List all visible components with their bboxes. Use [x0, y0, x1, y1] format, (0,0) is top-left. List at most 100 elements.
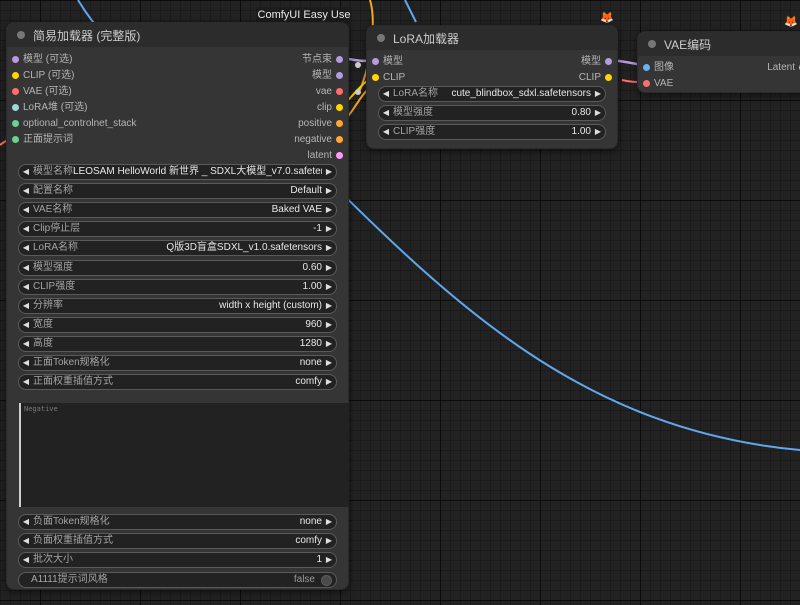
arrow-right-icon[interactable]: ▶ [322, 299, 336, 313]
arrow-left-icon[interactable]: ◀ [19, 222, 33, 236]
negative-prompt-textarea[interactable]: Negative [19, 403, 349, 507]
arrow-left-icon[interactable]: ◀ [379, 106, 393, 120]
arrow-right-icon[interactable]: ▶ [322, 318, 336, 332]
output-slot-dot[interactable] [336, 136, 343, 143]
input-slot-dot[interactable] [643, 80, 650, 87]
output-slot-dot[interactable] [336, 120, 343, 127]
arrow-right-icon[interactable]: ▶ [591, 125, 605, 139]
input-slot-dot[interactable] [12, 136, 19, 143]
combo-widget[interactable]: ◀ CLIP强度 1.00 ▶ [18, 278, 337, 295]
io-row: VAE (可选) vae [7, 84, 348, 99]
input-slot-dot[interactable] [12, 72, 19, 79]
collapse-dot-icon[interactable] [648, 40, 656, 48]
combo-widget[interactable]: ◀ 正面权重插值方式 comfy ▶ [18, 374, 337, 391]
arrow-right-icon[interactable]: ▶ [591, 87, 605, 101]
widget-label: 分辨率 [33, 299, 63, 311]
input-slot-dot[interactable] [643, 64, 650, 71]
arrow-right-icon[interactable]: ▶ [322, 356, 336, 370]
arrow-left-icon[interactable]: ◀ [19, 261, 33, 275]
combo-widget[interactable]: ◀ 宽度 960 ▶ [18, 316, 337, 333]
arrow-right-icon[interactable]: ▶ [322, 184, 336, 198]
combo-widget[interactable]: ◀ 模型强度 0.80 ▶ [378, 105, 606, 121]
combo-widget[interactable]: ◀ LoRA名称 Q版3D盲盒SDXL_v1.0.safetensors ▶ [18, 240, 337, 257]
widget-value: 0.80 [571, 107, 591, 118]
combo-widget[interactable]: ◀ CLIP强度 1.00 ▶ [378, 124, 606, 140]
arrow-right-icon[interactable]: ▶ [322, 337, 336, 351]
input-label: LoRA堆 (可选) [23, 102, 88, 113]
combo-widget[interactable]: ◀ 分辨率 width x height (custom) ▶ [18, 297, 337, 314]
arrow-left-icon[interactable]: ◀ [19, 184, 33, 198]
output-slot-dot[interactable] [336, 152, 343, 159]
widget-label: 模型名称 [33, 166, 73, 177]
output-label: Latent [767, 62, 795, 73]
vae-encode-node-title[interactable]: VAE编码 [638, 32, 800, 56]
vae-encode-node[interactable]: VAE编码 图像 Latent VAE [637, 31, 800, 93]
combo-widget[interactable]: ◀ 批次大小 1 ▶ [18, 552, 337, 569]
combo-widget[interactable]: ◀ VAE名称 Baked VAE ▶ [18, 202, 337, 219]
arrow-left-icon[interactable]: ◀ [19, 299, 33, 313]
arrow-right-icon[interactable]: ▶ [322, 203, 336, 217]
arrow-right-icon[interactable]: ▶ [322, 261, 336, 275]
input-slot-dot[interactable] [372, 74, 379, 81]
input-label: 模型 (可选) [23, 54, 73, 65]
output-slot-dot[interactable] [336, 88, 343, 95]
arrow-left-icon[interactable]: ◀ [19, 356, 33, 370]
combo-widget[interactable]: ◀ LoRA名称 cute_blindbox_sdxl.safetensors ▶ [378, 86, 606, 102]
input-slot-dot[interactable] [12, 120, 19, 127]
toggle-knob-icon[interactable] [321, 574, 332, 586]
lora-loader-node-title[interactable]: LoRA加载器 [367, 26, 617, 50]
widget-value: LEOSAM HelloWorld 新世界 _ SDXL大模型_v7.0.saf… [73, 166, 322, 177]
arrow-right-icon[interactable]: ▶ [322, 515, 336, 529]
widget-label: 配置名称 [33, 185, 73, 197]
output-label: clip [316, 102, 332, 113]
a1111-style-toggle[interactable]: A1111提示词风格 false [18, 572, 337, 588]
output-slot-dot[interactable] [605, 74, 612, 81]
arrow-left-icon[interactable]: ◀ [19, 280, 33, 294]
widget-value: 960 [305, 318, 322, 330]
input-slot-dot[interactable] [12, 104, 19, 111]
arrow-right-icon[interactable]: ▶ [322, 553, 336, 567]
arrow-right-icon[interactable]: ▶ [322, 165, 336, 179]
output-slot-dot[interactable] [336, 104, 343, 111]
combo-widget[interactable]: ◀ 模型强度 0.60 ▶ [18, 259, 337, 276]
arrow-left-icon[interactable]: ◀ [19, 534, 33, 548]
collapse-dot-icon[interactable] [17, 31, 25, 39]
output-slot-dot[interactable] [336, 72, 343, 79]
arrow-left-icon[interactable]: ◀ [19, 337, 33, 351]
arrow-left-icon[interactable]: ◀ [19, 515, 33, 529]
input-slot-dot[interactable] [12, 88, 19, 95]
arrow-left-icon[interactable]: ◀ [19, 203, 33, 217]
arrow-left-icon[interactable]: ◀ [19, 165, 33, 179]
combo-widget[interactable]: ◀ 正面Token规格化 none ▶ [18, 355, 337, 371]
output-slot-dot[interactable] [605, 58, 612, 65]
arrow-right-icon[interactable]: ▶ [322, 375, 336, 389]
collapse-dot-icon[interactable] [377, 34, 385, 42]
arrow-right-icon[interactable]: ▶ [322, 222, 336, 236]
output-slot-dot[interactable] [336, 56, 343, 63]
arrow-left-icon[interactable]: ◀ [19, 241, 33, 255]
combo-widget[interactable]: ◀ 负面权重插值方式 comfy ▶ [18, 533, 337, 550]
lora-loader-node[interactable]: LoRA加载器 模型 模型 CLIP CLIP ◀ LoRA名称 cute_blindbo… [366, 25, 618, 149]
combo-widget[interactable]: ◀ Clip停止层 -1 ▶ [18, 221, 337, 238]
arrow-left-icon[interactable]: ◀ [379, 125, 393, 139]
combo-widget[interactable]: ◀ 配置名称 Default ▶ [18, 183, 337, 200]
arrow-right-icon[interactable]: ▶ [322, 280, 336, 294]
io-row: latent [7, 148, 348, 163]
io-row: 模型 (可选) 节点束 [7, 52, 348, 67]
input-slot-dot[interactable] [12, 56, 19, 63]
easy-loader-node-title[interactable]: 简易加载器 (完整版) [7, 23, 348, 47]
arrow-right-icon[interactable]: ▶ [591, 106, 605, 120]
easy-loader-node[interactable]: 简易加载器 (完整版) 模型 (可选) 节点束 CLIP (可选) 模型 VAE (可选… [6, 22, 349, 590]
io-row: 正面提示词 negative [7, 132, 348, 147]
arrow-right-icon[interactable]: ▶ [322, 534, 336, 548]
arrow-left-icon[interactable]: ◀ [19, 318, 33, 332]
arrow-left-icon[interactable]: ◀ [379, 87, 393, 101]
arrow-left-icon[interactable]: ◀ [19, 553, 33, 567]
combo-widget[interactable]: ◀ 高度 1280 ▶ [18, 335, 337, 352]
combo-widget[interactable]: ◀ 负面Token规格化 none ▶ [18, 514, 337, 530]
combo-widget[interactable]: ◀ 模型名称 LEOSAM HelloWorld 新世界 _ SDXL大模型_v7.… [18, 164, 337, 180]
input-slot-dot[interactable] [372, 58, 379, 65]
widget-value: Baked VAE [271, 204, 322, 216]
arrow-left-icon[interactable]: ◀ [19, 375, 33, 389]
arrow-right-icon[interactable]: ▶ [322, 241, 336, 255]
